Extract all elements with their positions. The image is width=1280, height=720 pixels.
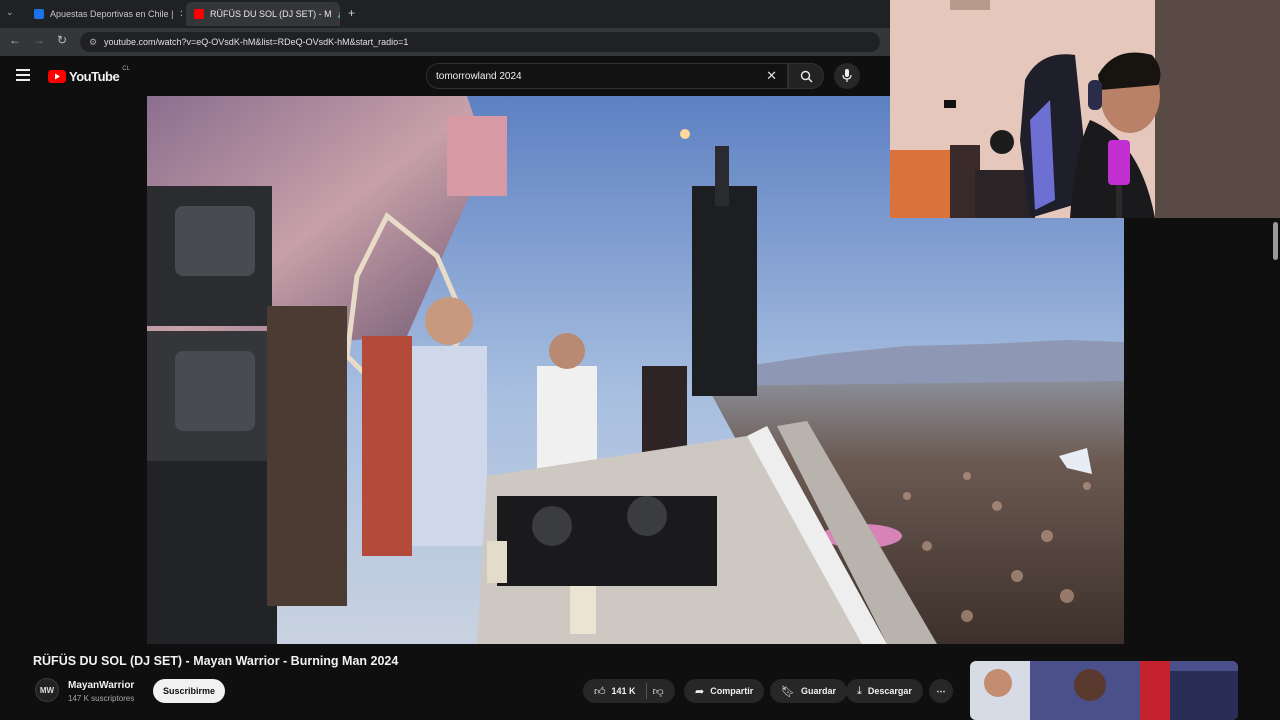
tab-youtube[interactable]: RÜFÜS DU SOL (DJ SET) - M 🔊 ✕: [186, 2, 340, 26]
site-info-icon[interactable]: ⚙: [89, 37, 97, 48]
tab-apuestas[interactable]: Apuestas Deportivas en Chile | ✕: [26, 2, 182, 26]
speaker-icon[interactable]: 🔊: [338, 10, 340, 19]
download-icon: ⤓: [857, 684, 862, 697]
video-title: RÜFÜS DU SOL (DJ SET) - Mayan Warrior - …: [33, 654, 399, 668]
url-text: youtube.com/watch?v=eQ-OVsdK-hM&list=RDe…: [104, 37, 409, 47]
voice-search-button[interactable]: [834, 63, 860, 89]
reload-icon[interactable]: ↻: [57, 33, 67, 47]
webcam-overlay: [890, 0, 1280, 218]
search-input[interactable]: tomorrowland 2024 ✕: [426, 63, 788, 89]
share-button[interactable]: ➦ Compartir: [684, 679, 765, 703]
address-bar-row: ← → ↻ ⚙ youtube.com/watch?v=eQ-OVsdK-hM&…: [0, 28, 890, 56]
download-label: Descargar: [867, 686, 912, 696]
save-label: Guardar: [800, 686, 836, 696]
search-value: tomorrowland 2024: [436, 70, 522, 82]
thumbs-up-icon[interactable]: 👍︎: [594, 685, 606, 698]
page-scrollbar[interactable]: [1273, 222, 1278, 260]
forward-icon[interactable]: →: [33, 33, 45, 47]
address-bar[interactable]: ⚙ youtube.com/watch?v=eQ-OVsdK-hM&list=R…: [80, 32, 880, 52]
like-count[interactable]: 141 K: [612, 686, 636, 696]
tab-label: Apuestas Deportivas en Chile |: [50, 9, 174, 19]
search-icon: [800, 70, 813, 83]
channel-avatar[interactable]: MW: [35, 678, 59, 702]
webcam-feed-image: [890, 0, 1280, 218]
share-label: Compartir: [710, 686, 754, 696]
browser-tab-bar: ⌄ Apuestas Deportivas en Chile | ✕ RÜFÜS…: [0, 0, 890, 28]
tab-close-icon[interactable]: ✕: [179, 9, 182, 20]
tab-search-icon[interactable]: ⌄: [6, 7, 14, 18]
thumbnail-image: [970, 661, 1238, 720]
youtube-icon: [194, 9, 204, 19]
like-dislike-group: 👍︎ 141 K 👎︎: [583, 679, 675, 703]
more-actions-button[interactable]: ⋯: [929, 679, 953, 703]
share-icon: ➦: [695, 685, 705, 698]
bookmark-icon: 🔖︎: [781, 685, 795, 698]
youtube-logo[interactable]: YouTube CL: [48, 66, 130, 84]
tab-label: RÜFÜS DU SOL (DJ SET) - M: [210, 9, 332, 19]
download-button[interactable]: ⤓ Descargar: [846, 679, 923, 703]
clear-search-icon[interactable]: ✕: [766, 68, 777, 84]
recommended-video-thumbnail[interactable]: [970, 661, 1238, 720]
microphone-icon: [842, 69, 852, 82]
save-button[interactable]: 🔖︎ Guardar: [770, 679, 847, 703]
divider: [645, 683, 647, 699]
country-code: CL: [122, 66, 130, 72]
bet-site-icon: [34, 9, 44, 19]
search-button[interactable]: [788, 63, 824, 89]
youtube-header: YouTube CL tomorrowland 2024 ✕: [0, 56, 890, 96]
subscribe-button[interactable]: Suscribirme: [153, 679, 225, 703]
channel-name[interactable]: MayanWarrior: [68, 680, 134, 691]
back-icon[interactable]: ←: [9, 33, 21, 47]
youtube-logo-text: YouTube: [69, 69, 120, 84]
youtube-play-icon: [48, 70, 66, 83]
menu-icon[interactable]: [16, 69, 30, 81]
subscriber-count: 147 K suscriptores: [68, 694, 135, 703]
thumbs-down-icon[interactable]: 👎︎: [653, 685, 664, 698]
new-tab-button[interactable]: +: [348, 6, 355, 20]
